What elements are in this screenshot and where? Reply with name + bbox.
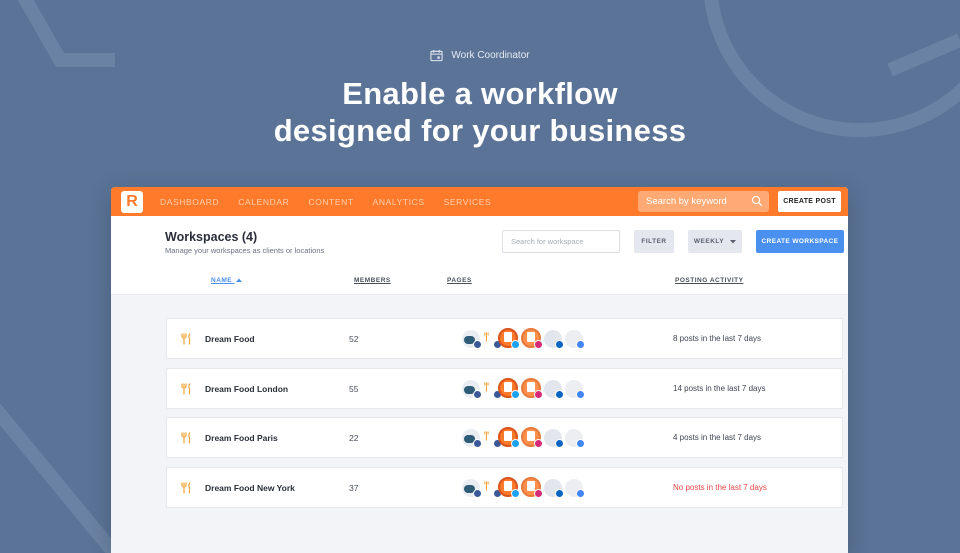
hero-title-line-1: Enable a workflow xyxy=(342,76,618,111)
keyword-search-placeholder: Search by keyword xyxy=(646,196,727,207)
workspace-name: Dream Food Paris xyxy=(205,433,278,443)
nav-services[interactable]: SERVICES xyxy=(444,197,492,207)
workspace-members: 55 xyxy=(349,384,359,394)
posting-activity: 8 posts in the last 7 days xyxy=(673,334,762,343)
connected-pages xyxy=(459,426,589,450)
workspace-name: Dream Food London xyxy=(205,384,289,394)
posting-activity: 4 posts in the last 7 days xyxy=(673,433,762,442)
workspace-row[interactable]: Dream Food Paris 22 4 posts in the last … xyxy=(166,417,843,458)
main-nav: DASHBOARD CALENDAR CONTENT ANALYTICS SER… xyxy=(160,197,491,207)
search-icon xyxy=(751,195,763,207)
connected-pages xyxy=(459,377,589,401)
caret-down-icon xyxy=(730,239,737,243)
fork-knife-icon xyxy=(181,482,191,494)
workspace-members: 37 xyxy=(349,483,359,493)
hero-title-line-2: designed for your business xyxy=(273,113,687,148)
linkedin-page-icon[interactable] xyxy=(541,476,564,498)
sort-ascending-icon xyxy=(236,278,243,282)
google-page-icon[interactable] xyxy=(562,426,585,448)
posting-activity: No posts in the last 7 days xyxy=(673,483,767,492)
fork-knife-icon xyxy=(181,383,191,395)
workspace-row[interactable]: Dream Food London 55 14 posts in the las… xyxy=(166,368,843,409)
keyword-search-input[interactable]: Search by keyword xyxy=(638,191,769,212)
brand-logo-letter: R xyxy=(126,192,138,210)
hero-label-text: Work Coordinator xyxy=(451,50,530,61)
linkedin-page-icon[interactable] xyxy=(541,426,564,448)
brand-instagram-page-icon[interactable] xyxy=(520,426,543,448)
kakao-page-icon[interactable] xyxy=(459,327,482,349)
create-workspace-button[interactable]: CREATE WORKSPACE xyxy=(756,230,844,253)
calendar-icon xyxy=(430,49,443,62)
workspaces-header: Workspaces (4) Manage your workspaces as… xyxy=(111,216,848,295)
workspace-members: 52 xyxy=(349,334,359,344)
connected-pages xyxy=(459,327,589,351)
connected-pages xyxy=(459,476,589,500)
kakao-page-icon[interactable] xyxy=(459,426,482,448)
workspace-row[interactable]: Dream Food New York 37 No posts in the l… xyxy=(166,467,843,508)
linkedin-page-icon[interactable] xyxy=(541,327,564,349)
brand-twitter-page-icon[interactable] xyxy=(497,426,520,448)
workspace-members: 22 xyxy=(349,433,359,443)
create-post-button[interactable]: CREATE POST xyxy=(778,191,841,212)
kakao-page-icon[interactable] xyxy=(459,476,482,498)
column-header-name-label: NAME xyxy=(211,277,233,284)
fork-knife-icon xyxy=(181,432,191,444)
workspace-search-input[interactable]: Search for workspace xyxy=(502,230,620,253)
nav-analytics[interactable]: ANALYTICS xyxy=(373,197,425,207)
column-header-pages[interactable]: PAGES xyxy=(447,277,472,284)
posting-activity: 14 posts in the last 7 days xyxy=(673,384,766,393)
google-page-icon[interactable] xyxy=(562,327,585,349)
kakao-page-icon[interactable] xyxy=(459,377,482,399)
workspace-name: Dream Food New York xyxy=(205,483,295,493)
app-window: R DASHBOARD CALENDAR CONTENT ANALYTICS S… xyxy=(111,187,848,553)
page-subtitle: Manage your workspaces as clients or loc… xyxy=(165,246,325,255)
hero-label: Work Coordinator xyxy=(0,49,960,62)
nav-dashboard[interactable]: DASHBOARD xyxy=(160,197,219,207)
workspace-row[interactable]: Dream Food 52 8 posts in the last 7 days xyxy=(166,318,843,359)
linkedin-page-icon[interactable] xyxy=(541,377,564,399)
filter-button[interactable]: FILTER xyxy=(634,230,674,253)
period-dropdown-label: WEEKLY xyxy=(693,238,725,245)
google-page-icon[interactable] xyxy=(562,377,585,399)
brand-twitter-page-icon[interactable] xyxy=(497,476,520,498)
period-dropdown[interactable]: WEEKLY xyxy=(688,230,742,253)
workspace-name: Dream Food xyxy=(205,334,255,344)
brand-instagram-page-icon[interactable] xyxy=(520,327,543,349)
brand-twitter-page-icon[interactable] xyxy=(497,377,520,399)
brand-instagram-page-icon[interactable] xyxy=(520,476,543,498)
top-navigation-bar: R DASHBOARD CALENDAR CONTENT ANALYTICS S… xyxy=(111,187,848,216)
hero-title: Enable a workflow designed for your busi… xyxy=(0,75,960,149)
nav-calendar[interactable]: CALENDAR xyxy=(238,197,289,207)
column-header-name[interactable]: NAME xyxy=(211,277,243,284)
page-title: Workspaces (4) xyxy=(165,230,258,244)
google-page-icon[interactable] xyxy=(562,476,585,498)
column-header-members[interactable]: MEMBERS xyxy=(354,277,391,284)
brand-instagram-page-icon[interactable] xyxy=(520,377,543,399)
fork-knife-icon xyxy=(181,333,191,345)
brand-twitter-page-icon[interactable] xyxy=(497,327,520,349)
nav-content[interactable]: CONTENT xyxy=(308,197,353,207)
column-header-activity[interactable]: POSTING ACTIVITY xyxy=(675,277,743,284)
brand-logo[interactable]: R xyxy=(121,190,143,213)
